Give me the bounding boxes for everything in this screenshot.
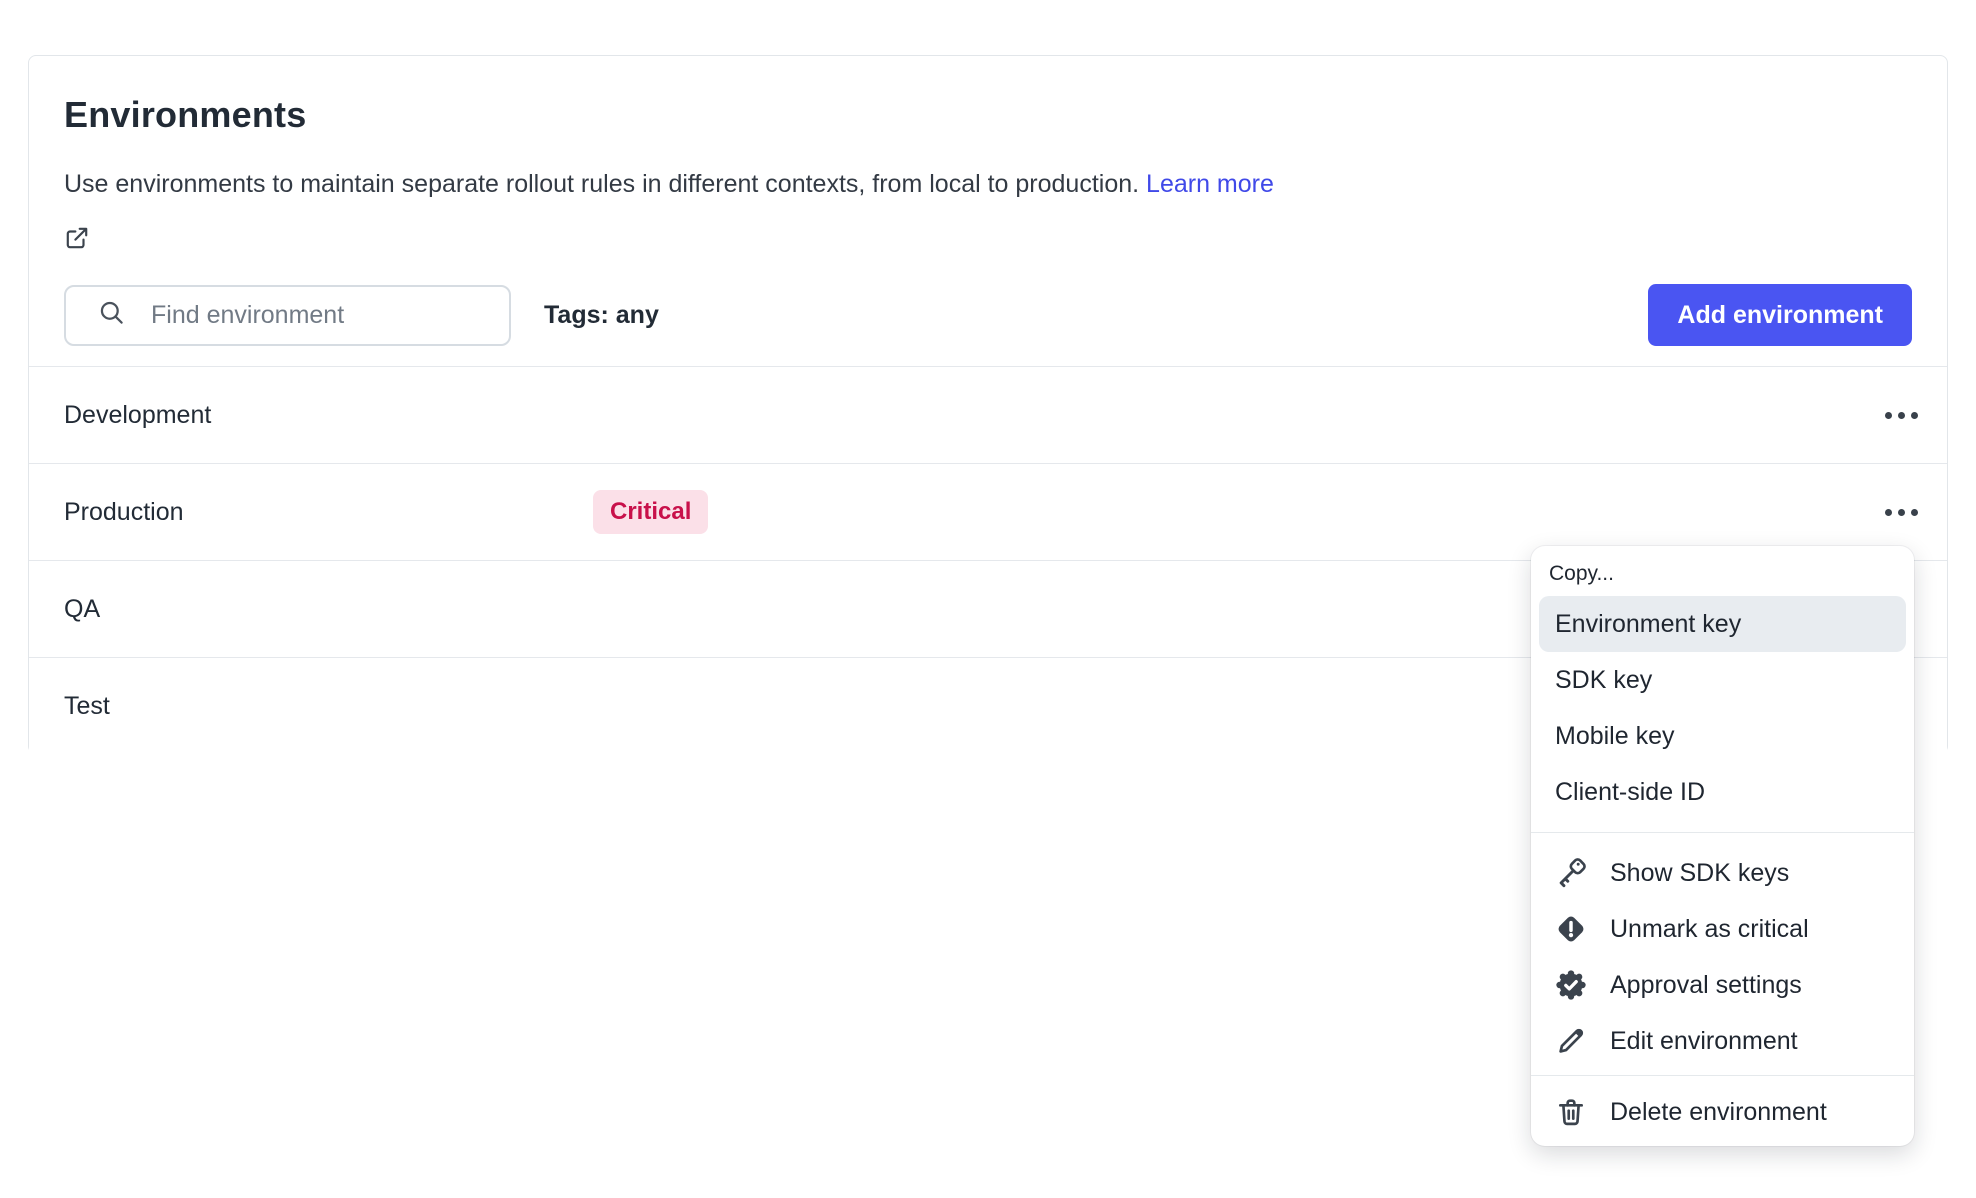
environment-name: Production (64, 498, 184, 527)
description: Use environments to maintain separate ro… (64, 169, 1912, 199)
trash-icon (1555, 1096, 1587, 1128)
key-icon (1555, 857, 1587, 889)
environment-context-menu: Copy... Environment key SDK key Mobile k… (1531, 546, 1914, 1146)
ellipsis-icon (1885, 412, 1918, 419)
search-box[interactable] (64, 285, 511, 346)
critical-badge: Critical (593, 490, 708, 534)
toolbar: Tags: any Add environment (64, 284, 1912, 346)
learn-more-link[interactable]: Learn more (1146, 170, 1274, 198)
learn-more-external-link[interactable] (64, 225, 1912, 251)
tags-filter[interactable]: Tags: any (544, 301, 659, 330)
ellipsis-icon (1885, 509, 1918, 516)
card-header: Environments Use environments to maintai… (29, 56, 1947, 346)
menu-item-approval-settings[interactable]: Approval settings (1539, 957, 1906, 1013)
menu-item-show-sdk-keys[interactable]: Show SDK keys (1539, 845, 1906, 901)
description-text: Use environments to maintain separate ro… (64, 170, 1139, 198)
menu-section-label: Copy... (1539, 556, 1906, 596)
search-icon (98, 299, 151, 331)
page-title: Environments (64, 94, 1912, 136)
menu-item-copy-sdk-key[interactable]: SDK key (1539, 652, 1906, 708)
menu-item-edit-environment[interactable]: Edit environment (1539, 1013, 1906, 1069)
menu-item-unmark-as-critical[interactable]: Unmark as critical (1539, 901, 1906, 957)
environment-name: QA (64, 595, 100, 624)
search-input[interactable] (151, 301, 489, 330)
environment-name: Development (64, 401, 211, 430)
badge-check-icon (1555, 969, 1587, 1001)
menu-item-label: Show SDK keys (1610, 859, 1789, 888)
environment-name: Test (64, 692, 110, 721)
menu-divider (1531, 832, 1914, 833)
menu-item-copy-client-side-id[interactable]: Client-side ID (1539, 764, 1906, 820)
pencil-icon (1555, 1025, 1587, 1057)
menu-item-delete-environment[interactable]: Delete environment (1539, 1084, 1906, 1140)
menu-item-label: Edit environment (1610, 1027, 1798, 1056)
environment-row-development: Development (29, 366, 1947, 463)
menu-item-label: Approval settings (1610, 971, 1802, 1000)
menu-item-label: Unmark as critical (1610, 915, 1809, 944)
menu-divider (1531, 1075, 1914, 1076)
menu-item-copy-environment-key[interactable]: Environment key (1539, 596, 1906, 652)
row-overflow-menu-button[interactable] (1877, 488, 1925, 536)
external-link-icon (64, 225, 1912, 251)
row-overflow-menu-button[interactable] (1877, 391, 1925, 439)
menu-item-label: Delete environment (1610, 1098, 1827, 1127)
add-environment-button[interactable]: Add environment (1648, 284, 1912, 346)
menu-item-copy-mobile-key[interactable]: Mobile key (1539, 708, 1906, 764)
alert-diamond-icon (1555, 913, 1587, 945)
